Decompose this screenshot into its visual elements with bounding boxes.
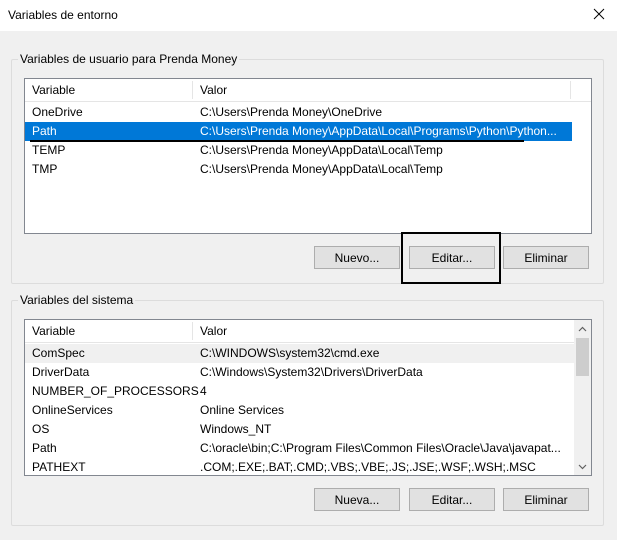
list-row-driverdata[interactable]: DriverData C:\Windows\System32\Drivers\D…	[25, 363, 574, 382]
chevron-down-icon	[578, 464, 587, 469]
system-variables-list[interactable]: Variable Valor ComSpec C:\WINDOWS\system…	[24, 319, 592, 476]
system-delete-button[interactable]: Eliminar	[503, 488, 589, 511]
list-row-path-selected[interactable]: Path C:\Users\Prenda Money\AppData\Local…	[25, 122, 572, 141]
user-delete-button[interactable]: Eliminar	[503, 246, 589, 269]
list-row-comspec[interactable]: ComSpec C:\WINDOWS\system32\cmd.exe	[25, 344, 574, 363]
row-value: C:\Users\Prenda Money\AppData\Local\Temp	[200, 143, 443, 157]
system-edit-button[interactable]: Editar...	[409, 488, 495, 511]
row-variable: NUMBER_OF_PROCESSORS	[32, 384, 199, 398]
column-header-variable[interactable]: Variable	[32, 324, 75, 338]
column-separator[interactable]	[192, 81, 193, 99]
row-variable: TEMP	[32, 143, 66, 157]
list-row-os[interactable]: OS Windows_NT	[25, 420, 574, 439]
row-variable: ComSpec	[32, 346, 85, 360]
row-variable: Path	[32, 441, 57, 455]
row-value: C:\Users\Prenda Money\AppData\Local\Temp	[200, 162, 443, 176]
vertical-scrollbar[interactable]	[574, 320, 591, 475]
row-variable: DriverData	[32, 365, 90, 379]
scroll-down-button[interactable]	[574, 458, 591, 475]
chevron-up-icon	[578, 326, 587, 331]
row-value: Windows_NT	[200, 422, 272, 436]
system-list-header: Variable Valor	[25, 320, 591, 343]
row-variable: TMP	[32, 162, 58, 176]
column-header-valor[interactable]: Valor	[200, 83, 227, 97]
column-separator[interactable]	[570, 81, 571, 99]
row-value: 4	[200, 384, 207, 398]
close-button[interactable]	[586, 4, 612, 24]
row-variable: OneDrive	[32, 105, 83, 119]
scroll-thumb[interactable]	[576, 338, 589, 376]
user-variables-label: Variables de usuario para Prenda Money	[18, 52, 240, 66]
column-header-valor[interactable]: Valor	[200, 324, 227, 338]
list-row-number-of-processors[interactable]: NUMBER_OF_PROCESSORS 4	[25, 382, 574, 401]
list-row-onlineservices[interactable]: OnlineServices Online Services	[25, 401, 574, 420]
row-value: C:\Users\Prenda Money\OneDrive	[200, 105, 383, 119]
row-value: C:\WINDOWS\system32\cmd.exe	[200, 346, 380, 360]
scroll-up-button[interactable]	[574, 320, 591, 337]
row-variable: OnlineServices	[32, 403, 113, 417]
user-variables-list[interactable]: Variable Valor OneDrive C:\Users\Prenda …	[24, 78, 592, 234]
list-row-path[interactable]: Path C:\oracle\bin;C:\Program Files\Comm…	[25, 439, 574, 458]
row-variable: Path	[32, 124, 57, 138]
column-separator[interactable]	[192, 322, 193, 340]
row-value: .COM;.EXE;.BAT;.CMD;.VBS;.VBE;.JS;.JSE;.…	[200, 460, 536, 474]
list-row-temp[interactable]: TEMP C:\Users\Prenda Money\AppData\Local…	[25, 141, 591, 160]
list-row-onedrive[interactable]: OneDrive C:\Users\Prenda Money\OneDrive	[25, 103, 591, 122]
user-list-header: Variable Valor	[25, 79, 591, 102]
window-title: Variables de entorno	[8, 8, 118, 22]
column-header-variable[interactable]: Variable	[32, 83, 75, 97]
annotation-highlight-box	[401, 232, 501, 284]
list-row-tmp[interactable]: TMP C:\Users\Prenda Money\AppData\Local\…	[25, 160, 591, 179]
row-variable: PATHEXT	[32, 460, 86, 474]
system-variables-label: Variables del sistema	[18, 293, 136, 307]
title-bar: Variables de entorno	[0, 0, 617, 31]
row-value: C:\Windows\System32\Drivers\DriverData	[200, 365, 423, 379]
close-icon	[593, 8, 605, 20]
row-value: C:\Users\Prenda Money\AppData\Local\Prog…	[200, 124, 557, 138]
row-value: C:\oracle\bin;C:\Program Files\Common Fi…	[200, 441, 561, 455]
annotation-underline	[30, 140, 524, 142]
user-new-button[interactable]: Nuevo...	[314, 246, 400, 269]
list-row-pathext[interactable]: PATHEXT .COM;.EXE;.BAT;.CMD;.VBS;.VBE;.J…	[25, 458, 574, 475]
row-variable: OS	[32, 422, 50, 436]
system-new-button[interactable]: Nueva...	[314, 488, 400, 511]
row-value: Online Services	[200, 403, 285, 417]
